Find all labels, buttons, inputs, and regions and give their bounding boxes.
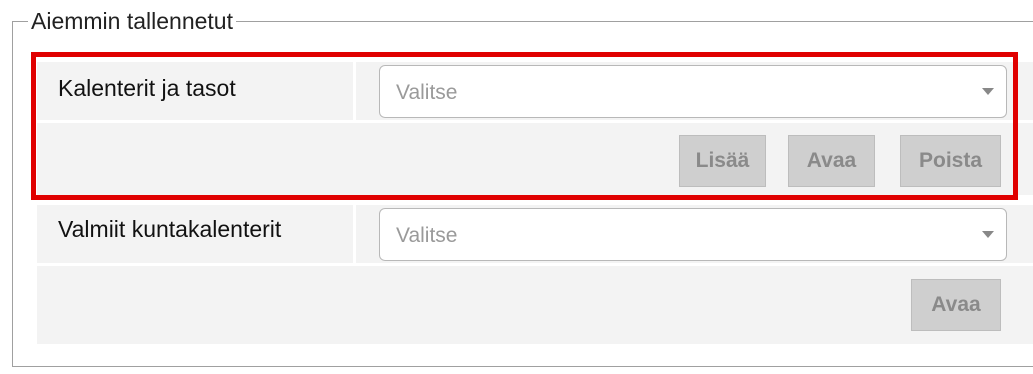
calendars-layers-label: Kalenterit ja tasot: [58, 75, 236, 101]
calendars-layers-select-value: Valitse: [396, 81, 458, 104]
group-title: Aiemmin tallennetut: [28, 6, 236, 36]
municipal-calendars-select-value: Valitse: [396, 224, 458, 247]
calendars-layers-select[interactable]: Valitse: [379, 65, 1007, 118]
delete-button[interactable]: Poista: [900, 135, 1001, 187]
municipal-calendars-button-row: Avaa: [37, 263, 1033, 344]
chevron-down-icon: [982, 88, 994, 95]
municipal-calendars-select[interactable]: Valitse: [379, 208, 1007, 261]
add-button[interactable]: Lisää: [679, 135, 766, 187]
calendars-layers-button-row: Lisää Avaa Poista: [37, 120, 1033, 195]
open-municipal-button[interactable]: Avaa: [911, 279, 1001, 331]
municipal-calendars-label: Valmiit kuntakalenterit: [58, 216, 282, 242]
chevron-down-icon: [982, 231, 994, 238]
open-button[interactable]: Avaa: [788, 135, 875, 187]
